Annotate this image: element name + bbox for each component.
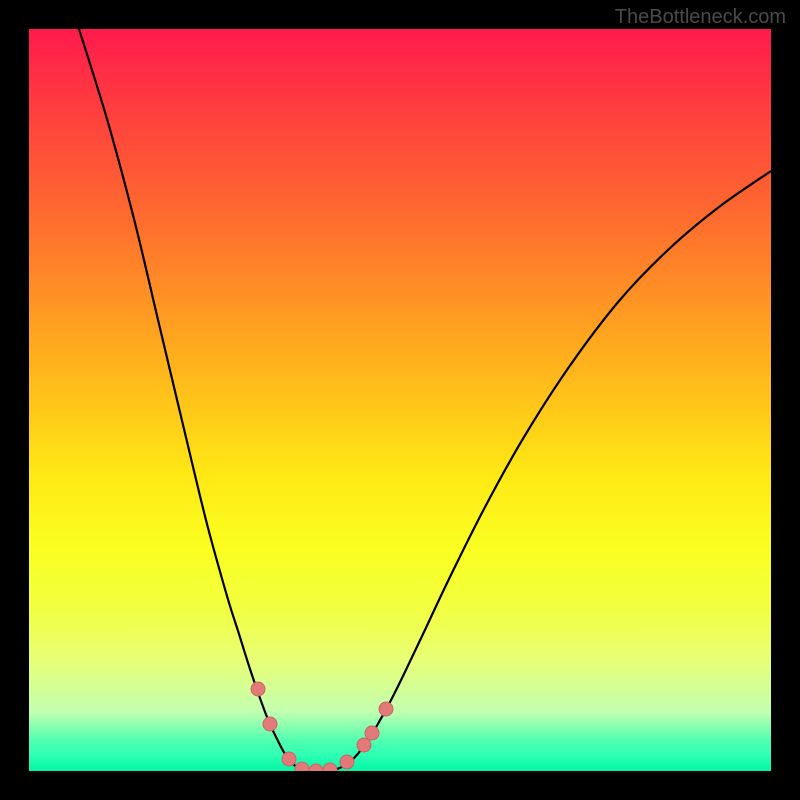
chart-gradient-background <box>29 29 771 771</box>
curve-markers <box>251 682 393 771</box>
watermark-text: TheBottleneck.com <box>615 6 786 29</box>
data-marker <box>282 752 296 766</box>
data-marker <box>357 738 371 752</box>
data-marker <box>323 763 337 771</box>
data-marker <box>340 755 354 769</box>
data-marker <box>365 726 379 740</box>
data-marker <box>263 717 277 731</box>
data-marker <box>251 682 265 696</box>
data-marker <box>295 762 309 771</box>
curve-path <box>79 29 771 771</box>
data-marker <box>379 702 393 716</box>
data-marker <box>309 764 323 771</box>
chart-svg <box>29 29 771 771</box>
